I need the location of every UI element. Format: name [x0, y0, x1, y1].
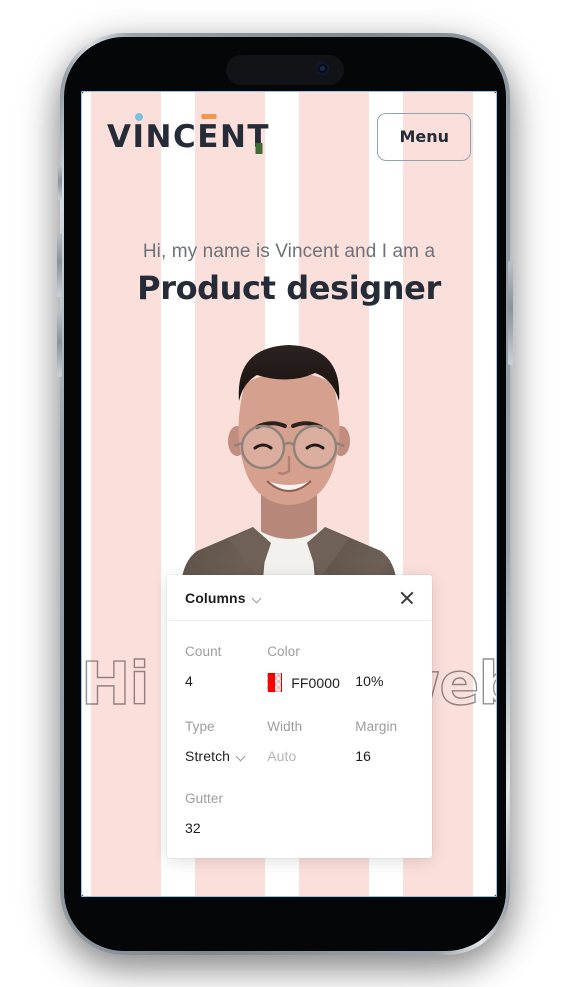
- volume-down-button[interactable]: [57, 313, 62, 377]
- hero-section: Hi, my name is Vincent and I am a Produc…: [81, 241, 497, 307]
- logo-letter-i: I: [133, 112, 146, 153]
- logo-bar-icon: [201, 113, 217, 119]
- color-opacity-input[interactable]: 10%: [355, 659, 414, 689]
- margin-input[interactable]: 16: [355, 734, 414, 764]
- stripe: [91, 91, 161, 897]
- panel-row-labels-1: Count Color: [185, 635, 414, 659]
- chevron-down-icon: [237, 752, 246, 761]
- margin-label: Margin: [355, 719, 398, 734]
- phone-screen: V INC EN T Menu Hi, my name is Vincent and …: [81, 91, 497, 897]
- power-button[interactable]: [508, 261, 513, 365]
- logo-letter-t: T: [247, 118, 271, 155]
- panel-body: Count Color 4 FF0000 10% Type Width Marg…: [167, 621, 432, 858]
- logo-dot-icon: [135, 112, 144, 121]
- phone-device-frame: V INC EN T Menu Hi, my name is Vincent and …: [57, 33, 513, 955]
- silence-switch-button[interactable]: [58, 166, 62, 200]
- menu-button[interactable]: Menu: [377, 113, 471, 161]
- chevron-down-icon: [253, 594, 262, 603]
- volume-up-button[interactable]: [57, 233, 62, 297]
- logo-square-icon: [255, 142, 263, 154]
- front-camera-icon: [315, 62, 329, 75]
- panel-row-values-2: Stretch Auto 16: [185, 734, 414, 764]
- columns-settings-panel: Columns Count Color 4 FF0000 10% Type Wi…: [167, 575, 432, 858]
- panel-header: Columns: [167, 575, 432, 621]
- color-label: Color: [267, 644, 300, 659]
- logo-letter-n2: N: [219, 118, 248, 155]
- type-value: Stretch: [185, 748, 231, 764]
- color-swatch-icon[interactable]: [267, 673, 283, 692]
- close-icon[interactable]: [398, 589, 416, 607]
- color-input[interactable]: FF0000: [267, 659, 355, 692]
- phone-bezel: V INC EN T Menu Hi, my name is Vincent and …: [64, 37, 506, 951]
- color-hex-value: FF0000: [291, 674, 341, 691]
- website-page: V INC EN T Menu Hi, my name is Vincent and …: [81, 91, 497, 897]
- count-input[interactable]: 4: [185, 659, 267, 689]
- panel-row-values-3: 32: [185, 806, 414, 836]
- type-label: Type: [185, 719, 215, 734]
- logo-letter-n1: N: [145, 118, 173, 155]
- width-input[interactable]: Auto: [267, 734, 355, 764]
- site-header: V INC EN T Menu: [81, 91, 497, 183]
- screenshot-stage: V INC EN T Menu Hi, my name is Vincent and …: [0, 0, 570, 987]
- hero-kicker: Hi, my name is Vincent and I am a: [142, 241, 436, 262]
- panel-row-values-1: 4 FF0000 10%: [185, 659, 414, 692]
- gutter-input[interactable]: 32: [185, 806, 269, 836]
- count-label: Count: [185, 644, 222, 659]
- panel-row-labels-3: Gutter: [185, 782, 414, 806]
- panel-title: Columns: [185, 590, 246, 606]
- width-label: Width: [267, 719, 303, 734]
- type-select[interactable]: Stretch: [185, 734, 267, 764]
- logo-letter-v: V: [107, 118, 133, 155]
- gutter-label: Gutter: [185, 791, 224, 806]
- panel-row-labels-2: Type Width Margin: [185, 710, 414, 734]
- vincent-logo[interactable]: V INC EN T: [107, 112, 271, 155]
- panel-title-dropdown[interactable]: Columns: [185, 590, 262, 606]
- page-title: Product designer: [137, 269, 441, 307]
- logo-letter-e: E: [197, 113, 220, 153]
- logo-letter-c: C: [173, 118, 198, 155]
